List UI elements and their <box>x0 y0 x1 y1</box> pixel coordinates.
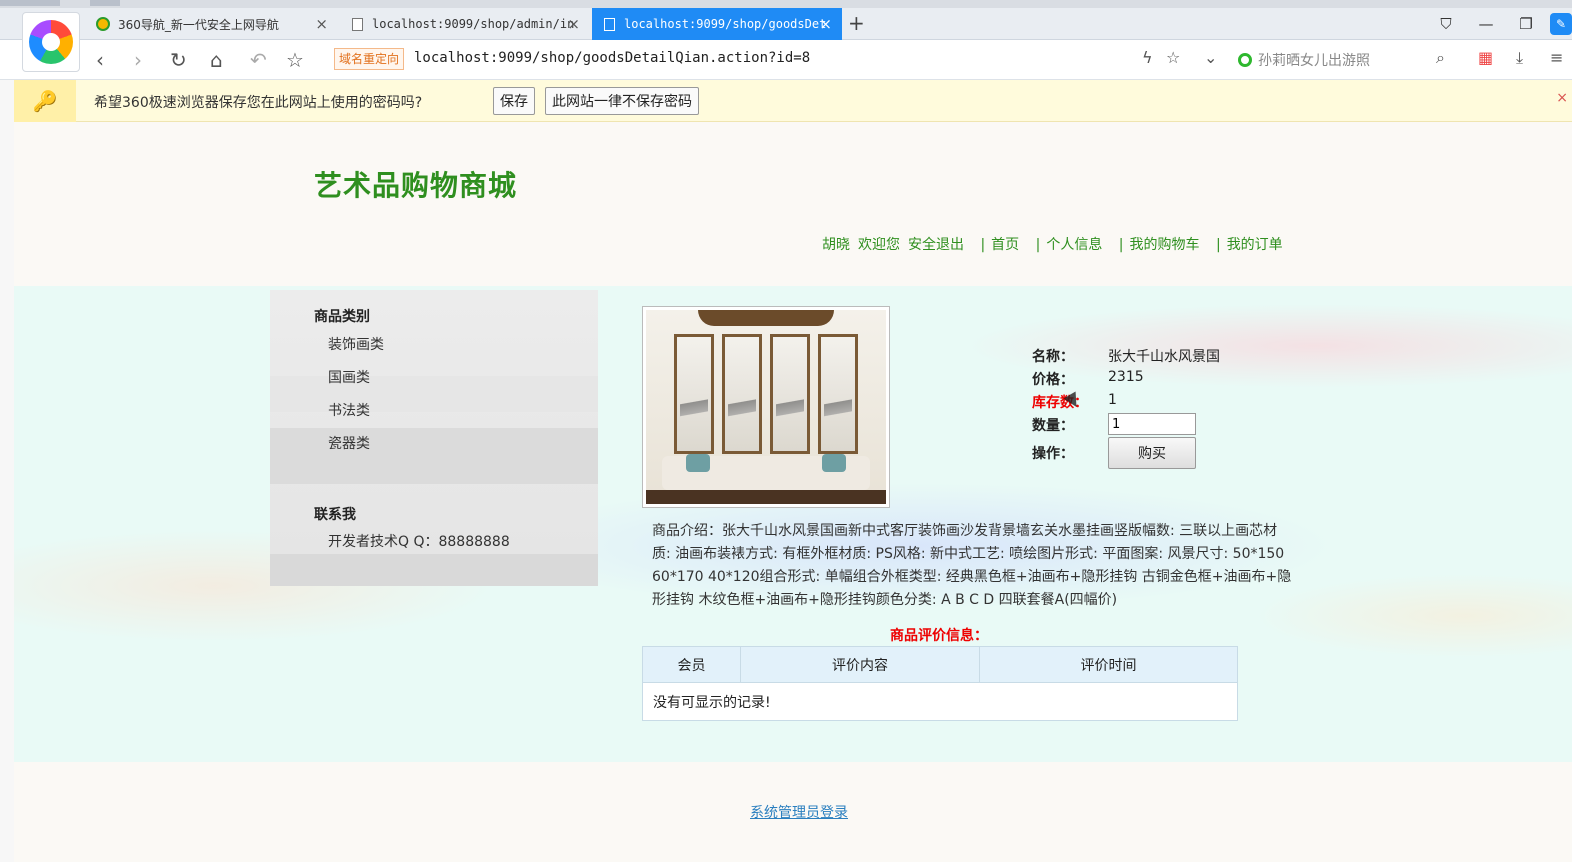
redirect-badge: 域名重定向 <box>334 48 405 70</box>
back-icon[interactable]: ‹ <box>96 48 104 72</box>
nav-profile-link[interactable]: 个人信息 <box>1046 237 1102 253</box>
category-link-guohua[interactable]: 国画类 <box>328 367 370 387</box>
star-icon[interactable]: ☆ <box>286 48 304 72</box>
new-tab-button[interactable]: + <box>848 11 865 35</box>
action-label: 操作： <box>1032 446 1074 462</box>
tab-goods-detail[interactable]: localhost:9099/shop/goodsDet × <box>592 8 842 40</box>
table-row: 没有可显示的记录! <box>642 682 1238 721</box>
product-image <box>646 310 886 504</box>
review-header-row: 会员 评价内容 评价时间 <box>642 646 1238 683</box>
nav-separator: | <box>1215 237 1221 253</box>
minimize-icon[interactable]: — <box>1466 15 1506 33</box>
download-icon[interactable]: ⤓ <box>1516 48 1523 68</box>
window-left-edge <box>0 80 14 862</box>
home-icon[interactable]: ⌂ <box>210 48 223 72</box>
tab-title: localhost:9099/shop/goodsDet <box>624 17 827 31</box>
nav-cart-link[interactable]: 我的购物车 <box>1130 237 1200 253</box>
apps-icon[interactable]: ▦ <box>1478 48 1493 67</box>
logout-link[interactable]: 安全退出 <box>908 237 964 253</box>
review-heading: 商品评价信息： <box>890 628 988 644</box>
tab-title: localhost:9099/shop/admin/in <box>372 17 575 31</box>
search-box[interactable]: 孙莉晒女儿出游照 <box>1238 50 1370 70</box>
column-header: 评价内容 <box>740 646 980 683</box>
sidebar-band <box>270 428 598 484</box>
tab-bar: 360导航_新一代安全上网导航 × localhost:9099/shop/ad… <box>0 8 1572 40</box>
address-bar-row: ‹ › ↻ ⌂ ↶ ☆ 域名重定向 localhost:9099/shop/go… <box>0 40 1572 80</box>
url-text[interactable]: localhost:9099/shop/goodsDetailQian.acti… <box>414 50 810 66</box>
reload-icon[interactable]: ↻ <box>170 48 187 72</box>
chevron-down-icon[interactable]: ⌄ <box>1204 48 1217 67</box>
column-header: 会员 <box>642 646 741 683</box>
product-stock: 1 <box>1108 392 1117 408</box>
search-icon[interactable]: ⌕ <box>1436 48 1445 68</box>
forward-icon[interactable]: › <box>134 48 142 72</box>
price-label: 价格： <box>1032 372 1074 388</box>
nav-separator: | <box>980 237 986 253</box>
nav-separator: | <box>1035 237 1041 253</box>
tab-close-icon[interactable]: × <box>567 15 580 33</box>
360-favicon-icon <box>96 17 110 31</box>
column-header: 评价时间 <box>979 646 1238 683</box>
nav-orders-link[interactable]: 我的订单 <box>1227 237 1283 253</box>
strip-block <box>0 0 60 6</box>
page-icon <box>602 17 616 31</box>
tab-title: 360导航_新一代安全上网导航 <box>118 17 279 32</box>
page-icon <box>350 17 364 31</box>
top-nav: 胡晓 欢迎您 安全退出 | 首页 | 个人信息 | 我的购物车 | 我的订单 <box>822 234 1291 254</box>
never-save-button[interactable]: 此网站一律不保存密码 <box>545 87 699 115</box>
contact-heading: 联系我 <box>314 507 356 523</box>
search-hint-text: 孙莉晒女儿出游照 <box>1258 53 1370 69</box>
quantity-input[interactable] <box>1108 413 1196 435</box>
menu-icon[interactable]: ≡ <box>1550 48 1563 67</box>
sidebar: 商品类别 装饰画类 国画类 书法类 瓷器类 联系我 开发者技术Q Q：88888… <box>270 290 598 586</box>
product-image-frame <box>642 306 890 508</box>
site-title: 艺术品购物商城 <box>314 169 518 202</box>
close-icon[interactable]: × <box>1556 90 1568 106</box>
tab-360-nav[interactable]: 360导航_新一代安全上网导航 × <box>86 8 338 40</box>
category-heading: 商品类别 <box>314 309 370 325</box>
save-password-button[interactable]: 保存 <box>493 87 535 115</box>
tab-close-icon[interactable]: × <box>819 15 832 33</box>
nav-separator: | <box>1118 237 1124 253</box>
user-name: 胡晓 <box>822 237 850 253</box>
web-page: 艺术品购物商城 胡晓 欢迎您 安全退出 | 首页 | 个人信息 | 我的购物车 | 我的订单… <box>14 122 1572 862</box>
empty-message: 没有可显示的记录! <box>642 682 1238 721</box>
review-table: 会员 评价内容 评价时间 没有可显示的记录! <box>642 646 1238 721</box>
contact-text: 开发者技术Q Q：88888888 <box>328 534 510 550</box>
category-link-porcelain[interactable]: 瓷器类 <box>328 433 370 453</box>
key-icon: 🔑 <box>14 80 76 122</box>
password-save-bar: 🔑 希望360极速浏览器保存您在此网站上使用的密码吗? 保存 此网站一律不保存密… <box>14 80 1572 122</box>
nav-home-link[interactable]: 首页 <box>991 237 1019 253</box>
browser-logo[interactable] <box>22 12 80 72</box>
welcome-text: 欢迎您 <box>858 237 900 253</box>
tab-admin[interactable]: localhost:9099/shop/admin/in × <box>340 8 590 40</box>
category-link-decor[interactable]: 装饰画类 <box>328 334 384 354</box>
undo-icon[interactable]: ↶ <box>250 48 267 72</box>
password-prompt: 希望360极速浏览器保存您在此网站上使用的密码吗? <box>94 95 423 111</box>
restore-icon[interactable]: ❐ <box>1506 15 1546 33</box>
admin-login-link[interactable]: 系统管理员登录 <box>750 802 848 822</box>
lightning-icon[interactable]: ϟ <box>1142 48 1153 67</box>
tab-close-icon[interactable]: × <box>315 15 328 33</box>
extension-icon[interactable]: ✎ <box>1550 13 1572 35</box>
sidebar-band <box>270 376 598 412</box>
product-name: 张大千山水风景国 <box>1108 349 1220 365</box>
search-engine-icon <box>1238 53 1252 67</box>
category-link-calligraphy[interactable]: 书法类 <box>328 400 370 420</box>
shirt-icon[interactable]: ⛉ <box>1426 15 1466 33</box>
bookmark-star-icon[interactable]: ☆ <box>1166 48 1180 67</box>
product-description: 商品介绍：张大千山水风景国画新中式客厅装饰画沙发背景墙玄关水墨挂画竖版幅数: 三… <box>652 523 1292 608</box>
buy-button[interactable]: 购买 <box>1108 437 1196 469</box>
quantity-label: 数量： <box>1032 418 1074 434</box>
product-price: 2315 <box>1108 369 1144 385</box>
sidebar-band <box>270 554 598 586</box>
strip-block <box>90 0 120 6</box>
window-top-strip <box>0 0 1572 8</box>
name-label: 名称： <box>1032 349 1074 365</box>
window-controls: ⛉ — ❐ ✎ <box>1426 8 1572 40</box>
